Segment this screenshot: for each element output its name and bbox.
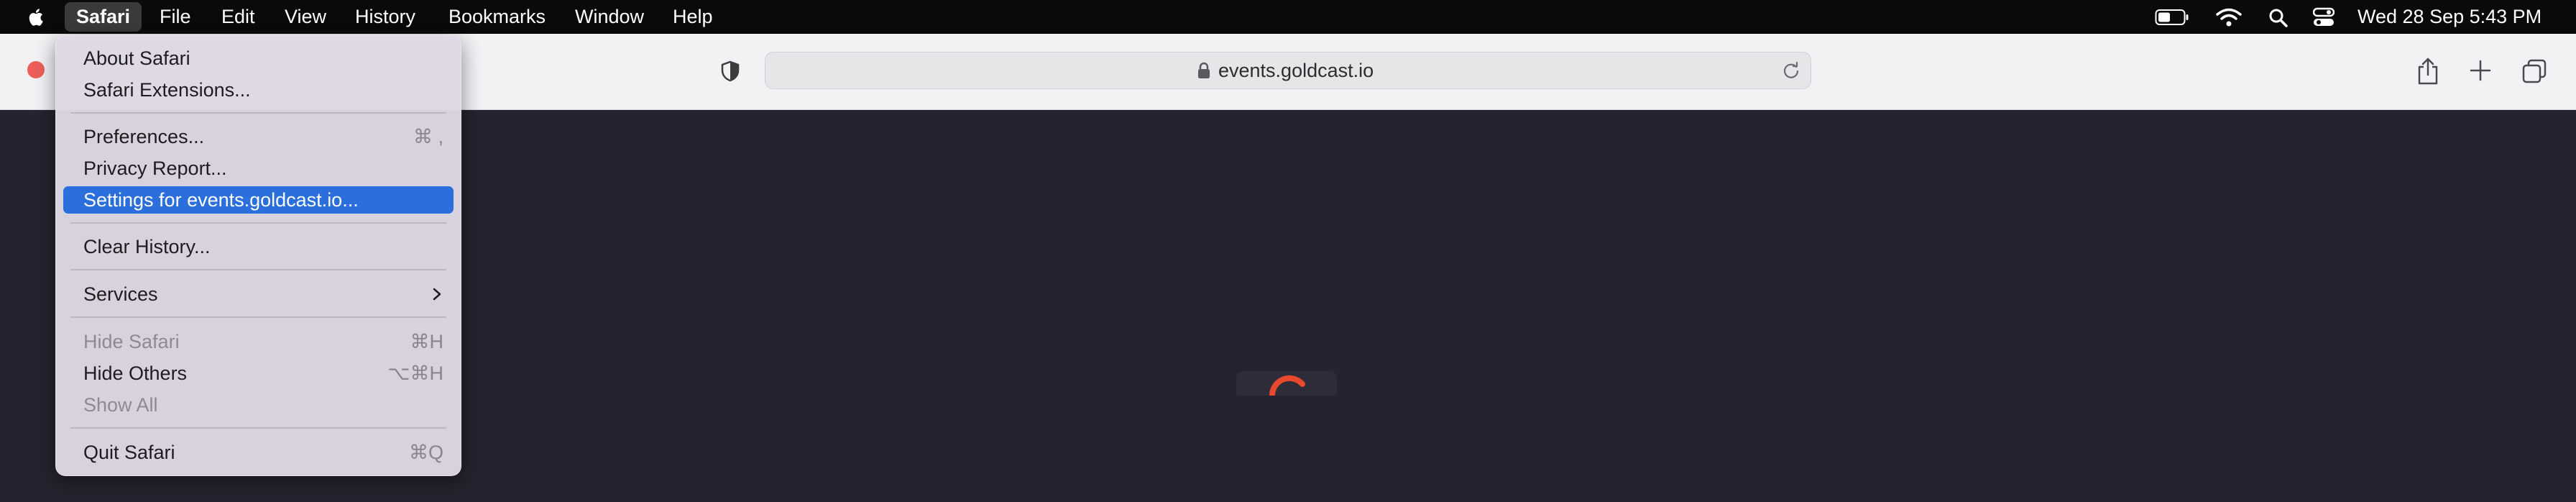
menu-item-shortcut: ⌘ , (413, 126, 443, 147)
apple-logo-icon[interactable] (26, 6, 47, 28)
shield-icon[interactable] (719, 60, 742, 83)
menu-separator (70, 112, 446, 114)
menu-item-about-safari[interactable]: About Safari (63, 45, 454, 72)
menubar-item-edit[interactable]: Edit (221, 0, 255, 34)
control-center-icon[interactable] (2313, 7, 2334, 27)
menu-item-label: Quit Safari (83, 442, 175, 463)
menubar-item-view[interactable]: View (285, 0, 326, 34)
menu-item-settings-for-site[interactable]: Settings for events.goldcast.io... (63, 186, 454, 214)
menu-item-shortcut: ⌘H (410, 331, 444, 352)
menu-item-quit-safari[interactable]: Quit Safari ⌘Q (63, 439, 454, 466)
menubar-item-file[interactable]: File (160, 0, 191, 34)
menu-item-label: Safari Extensions... (83, 79, 251, 101)
menu-item-label: Hide Others (83, 362, 188, 384)
battery-icon[interactable] (2155, 8, 2189, 27)
share-icon[interactable] (2415, 57, 2441, 86)
menu-item-shortcut: ⌥⌘H (387, 362, 443, 384)
menu-separator (70, 269, 446, 270)
menubar-item-bookmarks[interactable]: Bookmarks (448, 0, 546, 34)
menu-item-label: Hide Safari (83, 331, 180, 352)
menu-item-preferences[interactable]: Preferences... ⌘ , (63, 123, 454, 150)
menu-item-label: Preferences... (83, 126, 205, 147)
menubar-item-safari[interactable]: Safari (65, 2, 142, 32)
menu-item-hide-others[interactable]: Hide Others ⌥⌘H (63, 360, 454, 387)
chevron-right-icon (433, 288, 441, 301)
safari-menu-dropdown: About Safari Safari Extensions... Prefer… (55, 35, 461, 476)
menubar-item-history[interactable]: History (355, 0, 415, 34)
menu-item-hide-safari: Hide Safari ⌘H (63, 328, 454, 355)
menu-item-label: Show All (83, 394, 158, 416)
menu-item-label: Services (83, 283, 158, 305)
menu-item-privacy-report[interactable]: Privacy Report... (63, 155, 454, 182)
menu-separator (70, 316, 446, 318)
menu-separator (70, 222, 446, 224)
address-bar[interactable]: events.goldcast.io (765, 52, 1811, 89)
menu-item-clear-history[interactable]: Clear History... (63, 233, 454, 260)
menu-item-label: Clear History... (83, 236, 211, 257)
menu-item-safari-extensions[interactable]: Safari Extensions... (63, 76, 454, 104)
menu-bar: Safari File Edit View History Bookmarks … (0, 0, 2576, 34)
menu-separator (70, 427, 446, 429)
menubar-item-window[interactable]: Window (575, 0, 644, 34)
reload-icon[interactable] (1782, 61, 1800, 80)
search-icon[interactable] (2268, 8, 2288, 28)
menubar-item-help[interactable]: Help (673, 0, 713, 34)
tab-overview-icon[interactable] (2521, 58, 2547, 84)
url-text: events.goldcast.io (1218, 60, 1374, 81)
menu-item-label: Settings for events.goldcast.io... (83, 189, 359, 211)
menubar-clock[interactable]: Wed 28 Sep 5:43 PM (2358, 0, 2542, 34)
lock-icon (1198, 62, 1210, 78)
new-tab-icon[interactable] (2468, 58, 2493, 83)
loading-spinner-icon (1236, 371, 1337, 396)
menu-item-show-all: Show All (63, 391, 454, 419)
menu-item-shortcut: ⌘Q (408, 442, 443, 463)
window-close-button[interactable] (27, 61, 45, 78)
wifi-icon[interactable] (2215, 7, 2242, 27)
menu-item-label: Privacy Report... (83, 158, 227, 179)
menu-item-services[interactable]: Services (63, 280, 454, 308)
menu-item-label: About Safari (83, 47, 190, 69)
